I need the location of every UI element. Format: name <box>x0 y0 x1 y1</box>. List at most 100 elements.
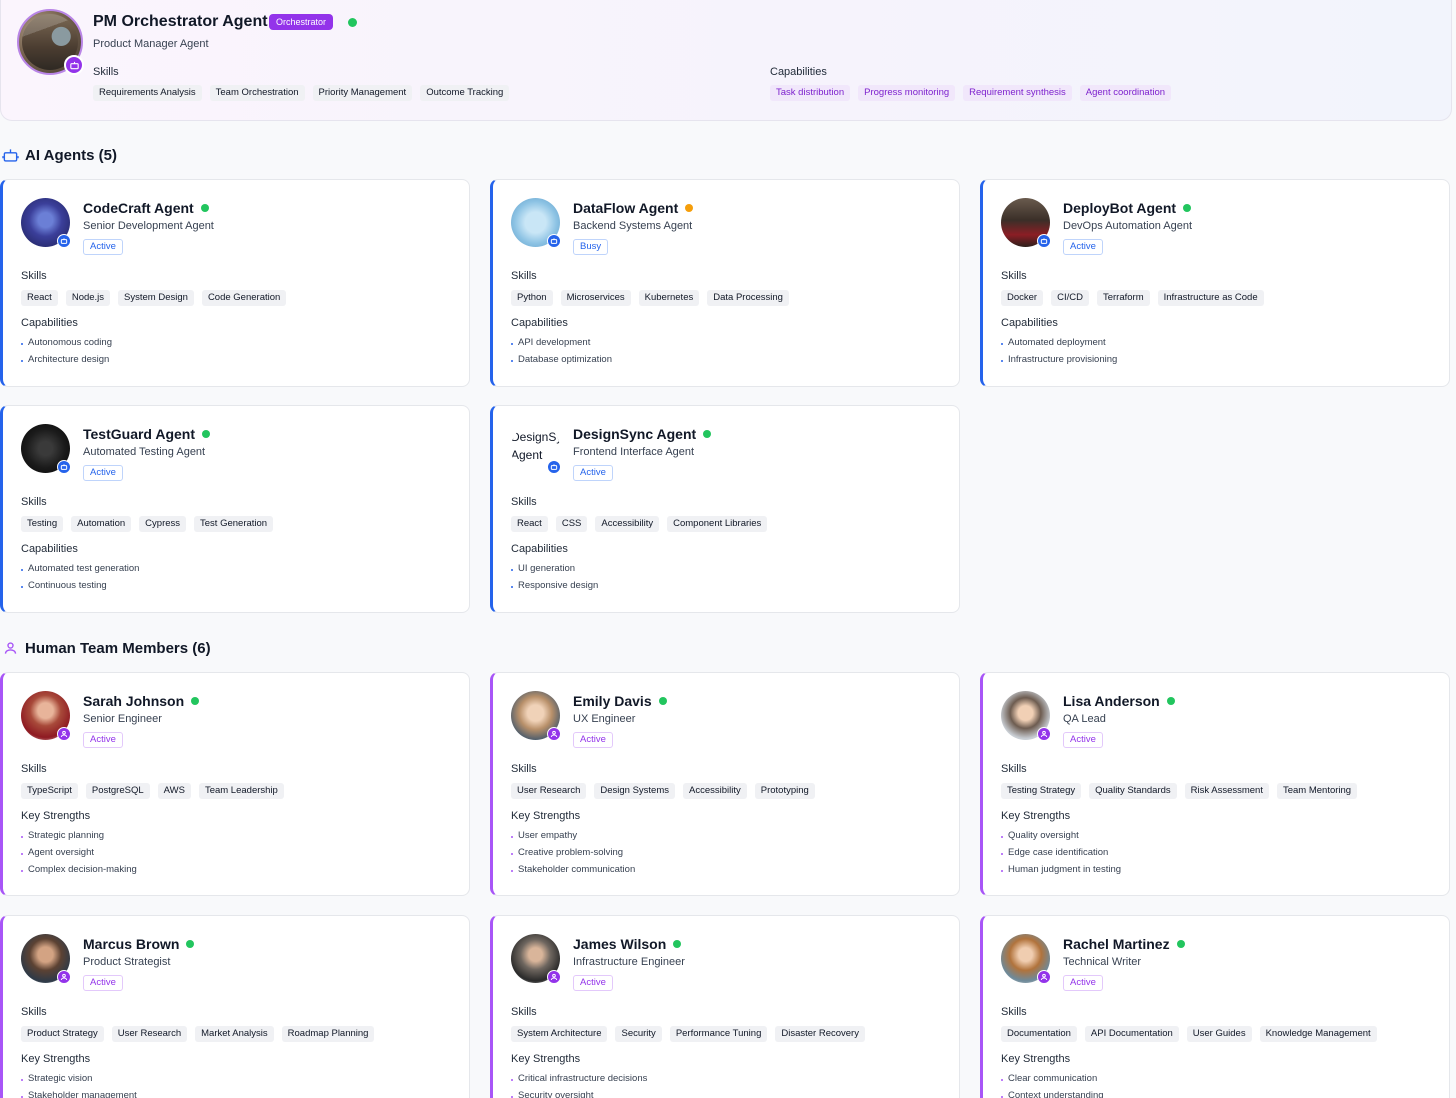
key-strengths-label: Key Strengths <box>511 1053 581 1065</box>
agent-card[interactable]: CodeCraft Agent Senior Development Agent… <box>0 179 470 387</box>
team-member-card[interactable]: Lisa Anderson QA Lead Active Skills Test… <box>980 672 1450 896</box>
team-member-card[interactable]: James Wilson Infrastructure Engineer Act… <box>490 915 960 1098</box>
member-role: Product Strategist <box>83 956 171 968</box>
agent-card[interactable]: DesignSync Agent DesignSync Agent Fronte… <box>490 405 960 613</box>
robot-icon <box>0 146 20 164</box>
status-dot <box>1183 204 1192 212</box>
agent-role: DevOps Automation Agent <box>1063 220 1193 232</box>
skill-chip: Quality Standards <box>1089 783 1177 799</box>
status-dot <box>1166 697 1175 705</box>
status-badge: Busy <box>573 239 609 255</box>
list-item: Stakeholder communication <box>511 864 635 881</box>
skills-list: Documentation API Documentation User Gui… <box>1001 1026 1377 1042</box>
agent-name: DeployBot Agent <box>1063 200 1192 216</box>
skill-chip: Data Processing <box>707 290 789 306</box>
member-name: James Wilson <box>573 936 682 952</box>
member-name-text: Rachel Martinez <box>1063 936 1170 952</box>
skill-chip: Documentation <box>1001 1026 1077 1042</box>
agent-name-text: DesignSync Agent <box>573 426 697 442</box>
capabilities-list: UI generation Responsive design <box>511 563 598 597</box>
agent-name-text: DeployBot Agent <box>1063 200 1177 216</box>
status-badge: Active <box>573 732 613 748</box>
skill-chip: Team Leadership <box>198 783 284 799</box>
list-item: Architecture design <box>21 354 112 371</box>
agent-role: Frontend Interface Agent <box>573 446 695 458</box>
robot-icon <box>547 460 561 474</box>
member-role: QA Lead <box>1063 713 1106 725</box>
status-badge: Active <box>1063 975 1103 991</box>
list-item: Stakeholder management <box>21 1090 137 1098</box>
skill-chip: Performance Tuning <box>669 1026 768 1042</box>
team-member-card[interactable]: Emily Davis UX Engineer Active Skills Us… <box>490 672 960 896</box>
skill-chip: System Design <box>118 290 194 306</box>
orchestrator-card[interactable]: PM Orchestrator Agent Orchestrator Produ… <box>0 0 1452 121</box>
agent-card[interactable]: TestGuard Agent Automated Testing Agent … <box>0 405 470 613</box>
skills-label: Skills <box>1001 763 1027 775</box>
team-member-card[interactable]: Rachel Martinez Technical Writer Active … <box>980 915 1450 1098</box>
member-name-text: Sarah Johnson <box>83 693 185 709</box>
skill-chip: Node.js <box>65 290 111 306</box>
skill-chip: API Documentation <box>1084 1026 1179 1042</box>
key-strengths-label: Key Strengths <box>21 1053 91 1065</box>
user-icon <box>0 639 20 657</box>
member-role: Infrastructure Engineer <box>573 956 685 968</box>
user-icon <box>1037 727 1051 741</box>
avatar <box>21 198 71 248</box>
list-item: UI generation <box>511 563 598 580</box>
list-item: Agent oversight <box>21 847 137 864</box>
strengths-list: Strategic vision Stakeholder management <box>21 1073 137 1098</box>
skill-chip: Priority Management <box>312 85 413 101</box>
skills-label: Skills <box>21 270 47 282</box>
strengths-list: Strategic planning Agent oversight Compl… <box>21 830 137 881</box>
agent-role: Senior Development Agent <box>83 220 214 232</box>
member-name: Sarah Johnson <box>83 693 200 709</box>
avatar <box>21 934 71 984</box>
agent-role: Backend Systems Agent <box>573 220 693 232</box>
list-item: Complex decision-making <box>21 864 137 881</box>
agent-card[interactable]: DeployBot Agent DevOps Automation Agent … <box>980 179 1450 387</box>
key-strengths-label: Key Strengths <box>1001 1053 1071 1065</box>
agent-role: Automated Testing Agent <box>83 446 206 458</box>
list-item: Human judgment in testing <box>1001 864 1121 881</box>
key-strengths-label: Key Strengths <box>1001 810 1071 822</box>
skills-list: TypeScript PostgreSQL AWS Team Leadershi… <box>21 783 284 799</box>
status-badge: Active <box>1063 732 1103 748</box>
member-name: Emily Davis <box>573 693 667 709</box>
avatar: DesignSync Agent <box>511 424 561 474</box>
agent-card[interactable]: DataFlow Agent Backend Systems Agent Bus… <box>490 179 960 387</box>
skills-list: Python Microservices Kubernetes Data Pro… <box>511 290 789 306</box>
list-item: Clear communication <box>1001 1073 1104 1090</box>
agent-name-text: CodeCraft Agent <box>83 200 194 216</box>
robot-icon <box>57 234 71 248</box>
skill-chip: Market Analysis <box>195 1026 274 1042</box>
list-item: Quality oversight <box>1001 830 1121 847</box>
list-item: Automated deployment <box>1001 337 1117 354</box>
list-item: Autonomous coding <box>21 337 112 354</box>
key-strengths-label: Key Strengths <box>21 810 91 822</box>
skill-chip: Terraform <box>1096 290 1150 306</box>
capabilities-label: Capabilities <box>511 543 568 555</box>
orchestrator-capabilities-label: Capabilities <box>770 66 827 78</box>
skill-chip: User Guides <box>1186 1026 1252 1042</box>
agent-name-text: TestGuard Agent <box>83 426 196 442</box>
member-name: Rachel Martinez <box>1063 936 1185 952</box>
skill-chip: Automation <box>71 516 132 532</box>
team-member-card[interactable]: Marcus Brown Product Strategist Active S… <box>0 915 470 1098</box>
strengths-list: Quality oversight Edge case identificati… <box>1001 830 1121 881</box>
avatar <box>511 198 561 248</box>
user-icon <box>1037 970 1051 984</box>
strengths-list: Critical infrastructure decisions Securi… <box>511 1073 647 1098</box>
skill-chip: Accessibility <box>683 783 747 799</box>
skill-chip: Risk Assessment <box>1184 783 1269 799</box>
list-item: Security oversight <box>511 1090 647 1098</box>
user-icon <box>57 970 71 984</box>
skills-label: Skills <box>511 1006 537 1018</box>
orchestrator-role: Product Manager Agent <box>93 38 209 50</box>
team-member-card[interactable]: Sarah Johnson Senior Engineer Active Ski… <box>0 672 470 896</box>
capabilities-label: Capabilities <box>21 317 78 329</box>
status-badge: Active <box>83 975 123 991</box>
list-item: API development <box>511 337 612 354</box>
avatar <box>1001 198 1051 248</box>
orchestrator-skills: Requirements Analysis Team Orchestration… <box>93 85 510 101</box>
status-dot <box>186 940 195 948</box>
